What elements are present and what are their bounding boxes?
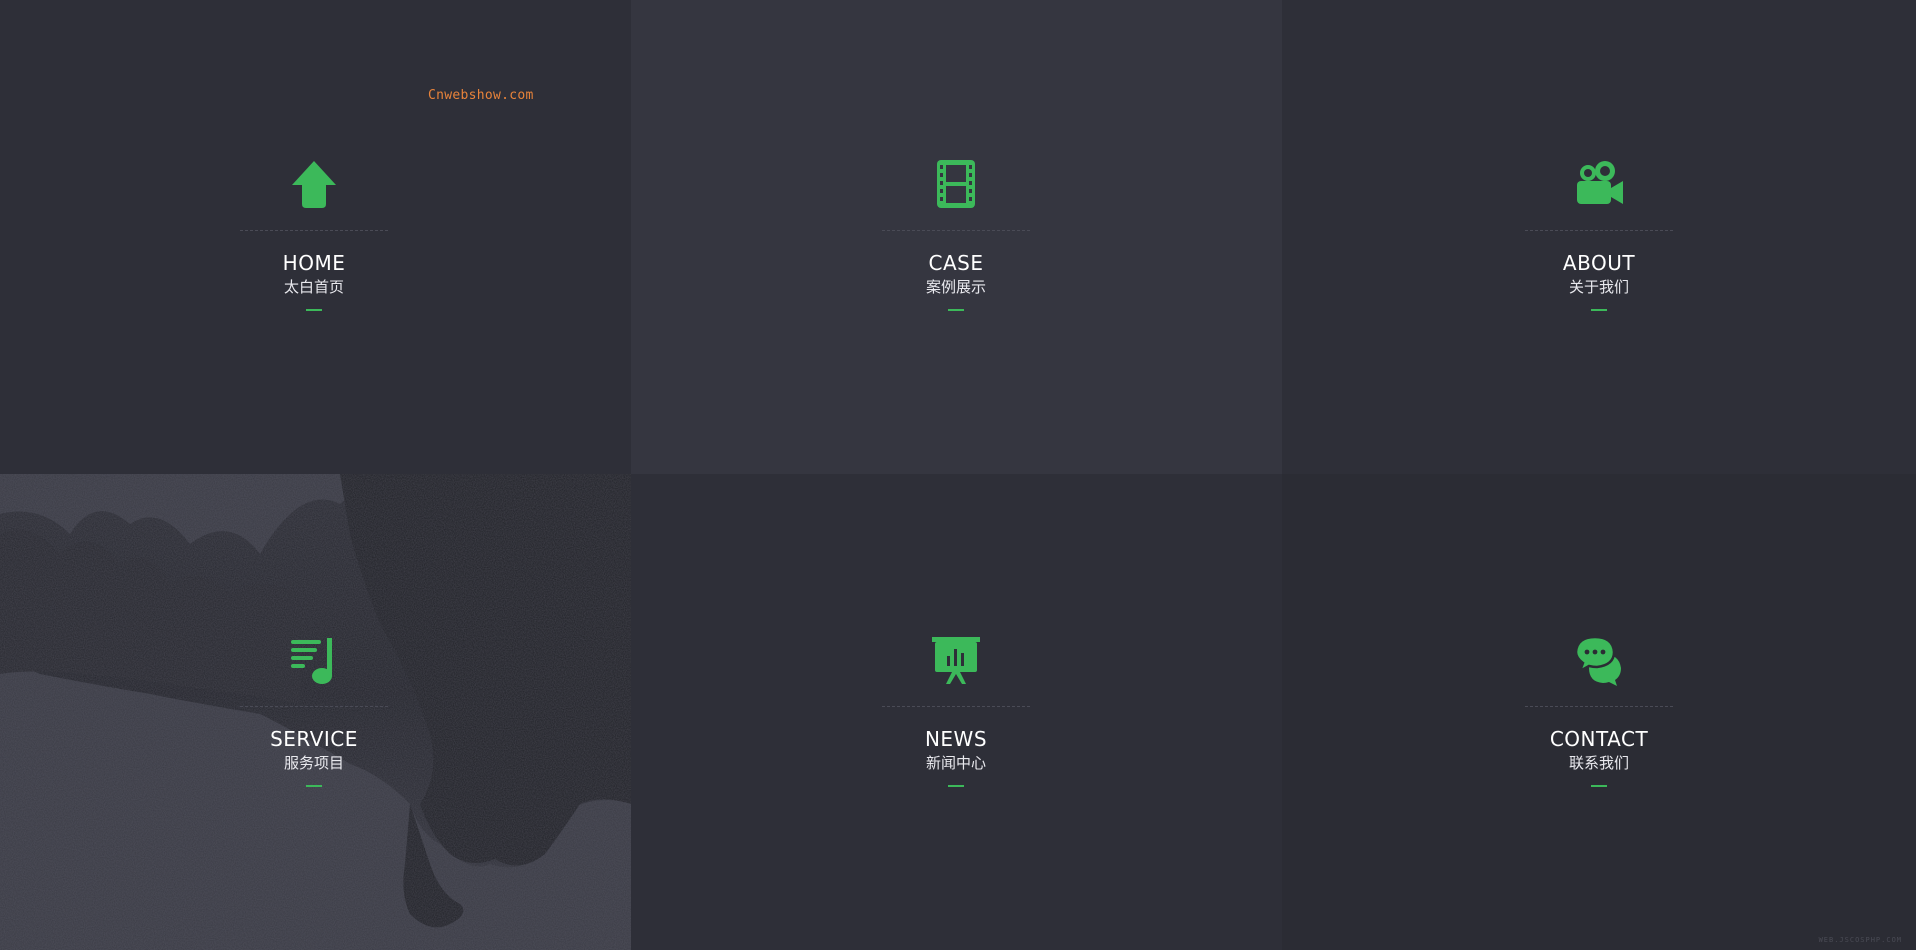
chat-bubbles-icon [1574, 635, 1621, 686]
nav-divider [240, 706, 388, 707]
music-list-icon [291, 638, 332, 684]
nav-label-en: ABOUT [1562, 251, 1636, 275]
brand-logo-text[interactable]: Cnwebshow.com [428, 88, 534, 103]
nav-label-cn: 新闻中心 [925, 754, 986, 772]
watermark-text: WEB.JSCOSPHP.COM [1818, 936, 1902, 944]
nav-accent-dash [306, 785, 322, 787]
nav-accent-dash [1591, 785, 1607, 787]
nav-item-service[interactable]: SERVICE 服务项目 [239, 634, 389, 787]
nav-tile-service[interactable]: SERVICE 服务项目 [0, 474, 631, 950]
presentation-board-icon [932, 637, 980, 684]
nav-label-cn: 案例展示 [925, 278, 986, 296]
nav-label-en: CASE [928, 251, 984, 275]
film-strip-icon [937, 160, 975, 208]
nav-item-case[interactable]: CASE 案例展示 [881, 158, 1031, 311]
nav-tile-contact[interactable]: CONTACT 联系我们 WEB.JSCOSPHP.COM [1282, 474, 1916, 950]
nav-label-en: HOME [282, 251, 346, 275]
nav-item-home[interactable]: HOME 太白首页 [239, 158, 389, 311]
nav-accent-dash [948, 785, 964, 787]
nav-label-en: NEWS [924, 727, 988, 751]
nav-label-cn: 太白首页 [283, 278, 344, 296]
nav-accent-dash [948, 309, 964, 311]
nav-divider [882, 706, 1030, 707]
nav-accent-dash [1591, 309, 1607, 311]
nav-grid: Cnwebshow.com HOME 太白首页 CASE 案例展示 ABOUT … [0, 0, 1916, 950]
nav-tile-news[interactable]: NEWS 新闻中心 [631, 474, 1282, 950]
nav-item-contact[interactable]: CONTACT 联系我们 [1524, 634, 1674, 787]
nav-label-cn: 服务项目 [283, 754, 344, 772]
nav-divider [1525, 230, 1673, 231]
nav-label-en: SERVICE [270, 727, 358, 751]
nav-divider [882, 230, 1030, 231]
video-camera-icon [1577, 161, 1623, 204]
nav-divider [240, 230, 388, 231]
nav-label-en: CONTACT [1549, 727, 1649, 751]
nav-label-cn: 联系我们 [1568, 754, 1629, 772]
nav-divider [1525, 706, 1673, 707]
house-arrow-icon [292, 161, 336, 208]
nav-item-news[interactable]: NEWS 新闻中心 [881, 634, 1031, 787]
nav-accent-dash [306, 309, 322, 311]
nav-tile-home[interactable]: Cnwebshow.com HOME 太白首页 [0, 0, 631, 474]
nav-label-cn: 关于我们 [1568, 278, 1629, 296]
nav-tile-about[interactable]: ABOUT 关于我们 [1282, 0, 1916, 474]
nav-tile-case[interactable]: CASE 案例展示 [631, 0, 1282, 474]
nav-item-about[interactable]: ABOUT 关于我们 [1524, 158, 1674, 311]
